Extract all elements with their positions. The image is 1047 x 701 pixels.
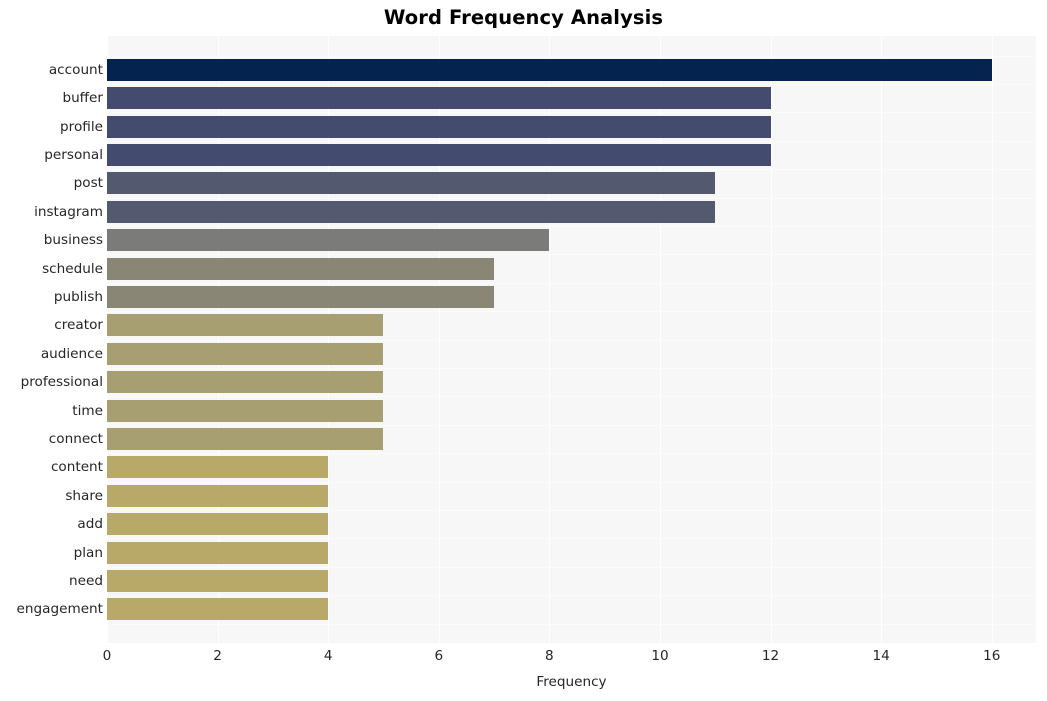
x-axis-tick-label: 8 (545, 648, 554, 664)
x-axis-tick-labels: 0 2 4 6 8 10 12 14 16 (0, 648, 1047, 670)
y-axis-tick-label: buffer (62, 90, 103, 107)
y-axis-tick-label: add (77, 516, 103, 533)
y-axis-tick-label: schedule (42, 260, 103, 277)
y-axis-tick-label: time (72, 402, 103, 419)
x-axis-tick-label: 14 (872, 648, 890, 664)
x-axis-tick-label: 6 (434, 648, 444, 664)
y-axis-tick-label: audience (40, 345, 103, 362)
y-axis-tick-label: business (43, 232, 103, 249)
y-axis-tick-label: engagement (16, 601, 103, 618)
chart-figure: Word Frequency Analysis account buffer pro… (0, 0, 1047, 701)
y-axis-tick-label: instagram (34, 203, 103, 220)
y-axis-tick-label: post (73, 175, 103, 192)
y-axis-tick-label: account (48, 61, 103, 78)
x-axis-tick-label: 16 (983, 648, 1001, 664)
chart-title: Word Frequency Analysis (383, 6, 664, 29)
x-axis-tick-label: 4 (323, 648, 333, 664)
y-axis-tick-label: publish (53, 289, 103, 306)
y-axis-tick-label: personal (44, 147, 103, 164)
y-axis-tick-label: creator (54, 317, 103, 334)
x-axis-label: Frequency (536, 674, 607, 690)
x-axis-tick-label: 12 (761, 648, 780, 664)
y-axis-tick-label: content (50, 459, 103, 476)
y-axis-tick-label: plan (73, 544, 103, 561)
y-axis-tick-label: professional (20, 374, 103, 391)
y-axis-tick-label: need (69, 572, 103, 589)
y-axis-tick-label: share (65, 487, 103, 504)
x-axis-tick-label: 2 (213, 648, 222, 664)
x-axis-tick-label: 0 (102, 648, 112, 664)
y-axis-tick-labels: account buffer profile personal post instagra… (0, 36, 1047, 643)
y-axis-tick-label: profile (60, 118, 103, 135)
y-axis-tick-label: connect (48, 430, 103, 447)
x-axis-tick-label: 10 (651, 648, 669, 664)
